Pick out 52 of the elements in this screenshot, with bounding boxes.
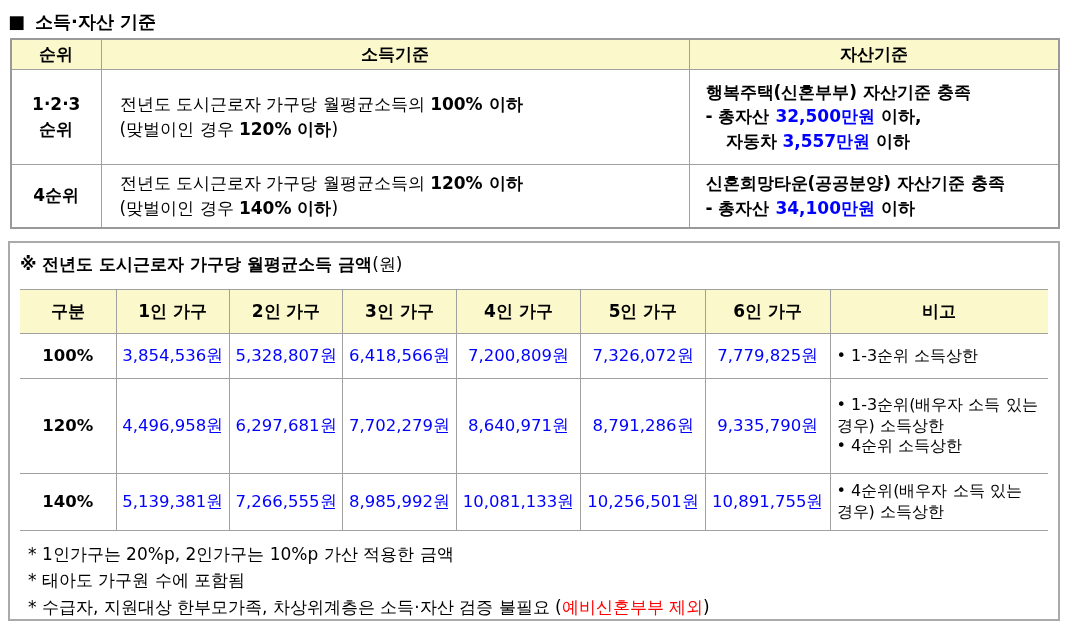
amount-cell: 7,200,809원 <box>456 333 581 379</box>
column-header: 구분 <box>20 289 116 334</box>
amount-cell: 10,256,501원 <box>580 473 706 531</box>
remark-text: • 4순위 소득상한 <box>836 436 964 458</box>
column-header: 6인 가구 <box>705 289 830 334</box>
asset-criterion: 신혼희망타운(공공분양) 자산기준 충족 <box>705 172 1006 196</box>
amount-cell: 7,702,279원 <box>342 378 457 474</box>
section-heading: 소득·자산 기준 <box>35 9 157 34</box>
remark-text: • 1-3순위(배우자 소득 있는 경우) 소득상한 <box>836 394 1039 437</box>
row-label: 120% <box>20 378 116 474</box>
footnote: * 태아도 가구원 수에 포함됨 <box>28 569 247 593</box>
footnote: * 1인가구는 20%p, 2인가구는 10%p 가산 적용한 금액 <box>28 543 455 566</box>
remark-text: • 4순위(배우자 소득 있는 경우) 소득상한 <box>836 481 1023 523</box>
income-criterion: (맞벌이인 경우 120% 이하) <box>119 117 340 141</box>
income-criterion: 전년도 도시근로자 가구당 월평균소득의 100% 이하 <box>119 92 524 116</box>
amount-cell: 7,326,072원 <box>580 333 706 379</box>
row-label: 100% <box>20 333 116 379</box>
income-criterion: 전년도 도시근로자 가구당 월평균소득의 120% 이하 <box>119 172 524 196</box>
amount-cell: 10,891,755원 <box>705 473 830 531</box>
amount-cell: 9,335,790원 <box>705 378 830 474</box>
amount-cell: 4,496,958원 <box>116 378 230 474</box>
asset-criterion: 행복주택(신혼부부) 자산기준 충족 <box>705 80 972 104</box>
amount-cell: 7,779,825원 <box>705 333 830 379</box>
amount-cell: 6,418,566원 <box>342 333 457 379</box>
row-label: 140% <box>20 473 116 531</box>
column-header: 5인 가구 <box>580 289 706 334</box>
amount-cell: 10,081,133원 <box>456 473 581 531</box>
column-header: 순위 <box>11 39 101 69</box>
asset-criterion: 자동차 3,557만원 이하 <box>724 129 912 153</box>
amount-cell: 6,297,681원 <box>229 378 343 474</box>
amount-cell: 8,640,971원 <box>456 378 581 474</box>
column-header: 비고 <box>830 289 1048 334</box>
column-header: 4인 가구 <box>456 289 581 334</box>
remark-text: • 1-3순위 소득상한 <box>836 345 980 367</box>
column-header: 자산기준 <box>689 39 1059 69</box>
income-criterion: (맞벌이인 경우 140% 이하) <box>119 196 340 220</box>
heading-marker: ■ <box>8 9 25 34</box>
amount-cell: 8,791,286원 <box>580 378 706 474</box>
amount-cell: 3,854,536원 <box>116 333 230 379</box>
amount-cell: 5,139,381원 <box>116 473 230 531</box>
column-header: 1인 가구 <box>116 289 230 334</box>
panel-title: ※ 전년도 도시근로자 가구당 월평균소득 금액(원) <box>20 253 404 277</box>
column-header: 2인 가구 <box>229 289 343 334</box>
asset-criterion: - 총자산 32,500만원 이하, <box>705 105 923 129</box>
column-header: 3인 가구 <box>342 289 457 334</box>
asset-criterion: - 총자산 34,100만원 이하 <box>705 196 916 220</box>
footnote: * 수급자, 지원대상 한부모가족, 차상위계층은 소득·자산 검증 불필요 (예비신혼부부 제외) <box>28 595 711 619</box>
column-header: 소득기준 <box>101 39 689 69</box>
amount-cell: 7,266,555원 <box>229 473 343 531</box>
amount-cell: 5,328,807원 <box>229 333 343 379</box>
amount-cell: 8,985,992원 <box>342 473 457 531</box>
rank-cell: 1·2·3 순위 <box>11 69 101 164</box>
